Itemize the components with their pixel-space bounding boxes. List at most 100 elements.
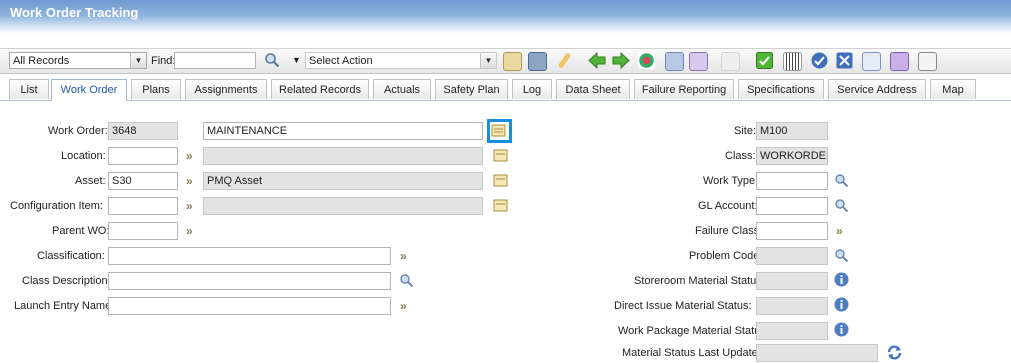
search-icon[interactable]	[834, 248, 849, 263]
asset-field[interactable]: S30	[108, 172, 178, 190]
prev-icon[interactable]	[588, 52, 606, 69]
location-field[interactable]	[108, 147, 178, 165]
title-bar: Work Order Tracking	[0, 0, 1011, 34]
work-package-material-status-field	[756, 322, 828, 340]
preview-icon[interactable]	[862, 52, 881, 71]
class-description-label: Class Description:	[22, 275, 111, 287]
tab-actuals[interactable]: Actuals	[373, 79, 431, 99]
work-package-material-status-label: Work Package Material Status:	[618, 325, 769, 337]
tab-list[interactable]: List	[9, 79, 49, 99]
info-icon[interactable]	[834, 322, 849, 337]
disabled-icon	[721, 52, 740, 71]
go-to-icon[interactable]: »	[400, 299, 407, 313]
tab-specifications[interactable]: Specifications	[738, 79, 824, 99]
go-to-icon[interactable]: »	[186, 149, 193, 163]
detail-menu-icon[interactable]	[492, 197, 509, 213]
site-label: Site:	[734, 125, 757, 137]
find-input[interactable]	[174, 52, 256, 69]
tab-safety-plan[interactable]: Safety Plan	[435, 79, 508, 99]
asset-label: Asset:	[75, 175, 106, 187]
people-icon[interactable]	[665, 52, 684, 71]
dropdown-icon[interactable]: ▼	[480, 53, 496, 68]
work-order-field[interactable]: 3648	[108, 122, 178, 140]
complete-icon[interactable]	[811, 52, 828, 69]
failure-class-label: Failure Class:	[695, 225, 763, 237]
info-icon[interactable]	[834, 297, 849, 312]
work-order-label: Work Order:	[48, 125, 108, 137]
work-type-label: Work Type:	[703, 175, 759, 187]
configuration-item-label: Configuration Item:	[10, 200, 103, 212]
tab-work-order[interactable]: Work Order	[51, 79, 127, 101]
configuration-item-description	[203, 197, 483, 215]
storeroom-material-status-field	[756, 272, 828, 290]
dropdown-icon[interactable]: ▼	[292, 55, 301, 65]
app-title: Work Order Tracking	[10, 5, 139, 20]
find-label: Find:	[151, 55, 176, 67]
work-type-field[interactable]	[756, 172, 828, 190]
configuration-item-field[interactable]	[108, 197, 178, 215]
go-to-icon[interactable]: »	[186, 199, 193, 213]
parent-wo-label: Parent WO:	[52, 225, 110, 237]
gl-account-label: GL Account:	[698, 200, 758, 212]
save-icon[interactable]	[528, 52, 547, 71]
detail-menu-icon[interactable]	[492, 172, 509, 188]
location-label: Location:	[61, 150, 106, 162]
tab-assignments[interactable]: Assignments	[185, 79, 267, 99]
parent-wo-field[interactable]	[108, 222, 178, 240]
go-to-icon[interactable]: »	[400, 249, 407, 263]
launch-entry-name-field[interactable]	[108, 297, 391, 315]
gl-account-field[interactable]	[756, 197, 828, 215]
refresh-icon[interactable]	[886, 344, 903, 361]
class-field[interactable]: WORKORDER	[756, 147, 828, 165]
material-status-last-updated-label: Material Status Last Updated:	[622, 347, 767, 359]
barcode-icon[interactable]	[783, 52, 802, 71]
record-filter-select[interactable]: All Records ▼	[9, 52, 147, 69]
problem-code-field[interactable]	[756, 247, 828, 265]
new-record-icon[interactable]	[503, 52, 522, 71]
site-field[interactable]: M100	[756, 122, 828, 140]
detail-menu-icon	[491, 124, 506, 137]
info-icon[interactable]	[834, 272, 849, 287]
detail-menu-icon[interactable]	[492, 147, 509, 163]
direct-issue-material-status-label: Direct Issue Material Status:	[614, 300, 752, 312]
document-icon[interactable]	[918, 52, 937, 71]
failure-class-field[interactable]	[756, 222, 828, 240]
cancel-icon[interactable]	[836, 52, 853, 69]
go-to-icon[interactable]: »	[836, 224, 843, 238]
tab-failure-reporting[interactable]: Failure Reporting	[634, 79, 734, 99]
hierarchy-icon[interactable]	[890, 52, 909, 71]
search-icon[interactable]	[399, 273, 414, 288]
go-to-icon[interactable]: »	[186, 174, 193, 188]
search-icon[interactable]	[834, 173, 849, 188]
select-action[interactable]: Select Action ▼	[305, 52, 497, 69]
approve-icon[interactable]	[756, 52, 773, 69]
long-description-button[interactable]	[487, 119, 512, 143]
class-description-field[interactable]	[108, 272, 391, 290]
direct-issue-material-status-field	[756, 297, 828, 315]
search-icon[interactable]	[834, 198, 849, 213]
tab-related-records[interactable]: Related Records	[271, 79, 369, 99]
search-icon[interactable]	[264, 52, 280, 68]
location-description	[203, 147, 483, 165]
next-icon[interactable]	[612, 52, 630, 69]
tab-log[interactable]: Log	[512, 79, 552, 99]
asset-description: PMQ Asset	[203, 172, 483, 190]
go-to-icon[interactable]: »	[186, 224, 193, 238]
tab-service-address[interactable]: Service Address	[828, 79, 926, 99]
tab-bar: List Work Order Plans Assignments Relate…	[0, 79, 1011, 101]
dropdown-icon[interactable]: ▼	[130, 53, 146, 68]
class-label: Class:	[725, 150, 756, 162]
storeroom-material-status-label: Storeroom Material Status:	[634, 275, 765, 287]
workflow-icon[interactable]	[638, 52, 655, 69]
tab-data-sheet[interactable]: Data Sheet	[556, 79, 630, 99]
description-field[interactable]: MAINTENANCE	[203, 122, 483, 140]
report-icon[interactable]	[689, 52, 708, 71]
tab-plans[interactable]: Plans	[131, 79, 181, 99]
launch-entry-name-label: Launch Entry Name:	[14, 300, 115, 312]
select-action-value: Select Action	[309, 55, 373, 67]
tab-map[interactable]: Map	[930, 79, 976, 99]
classification-field[interactable]	[108, 247, 391, 265]
problem-code-label: Problem Code:	[689, 250, 763, 262]
record-filter-value: All Records	[13, 55, 70, 67]
material-status-last-updated-field	[756, 344, 878, 362]
